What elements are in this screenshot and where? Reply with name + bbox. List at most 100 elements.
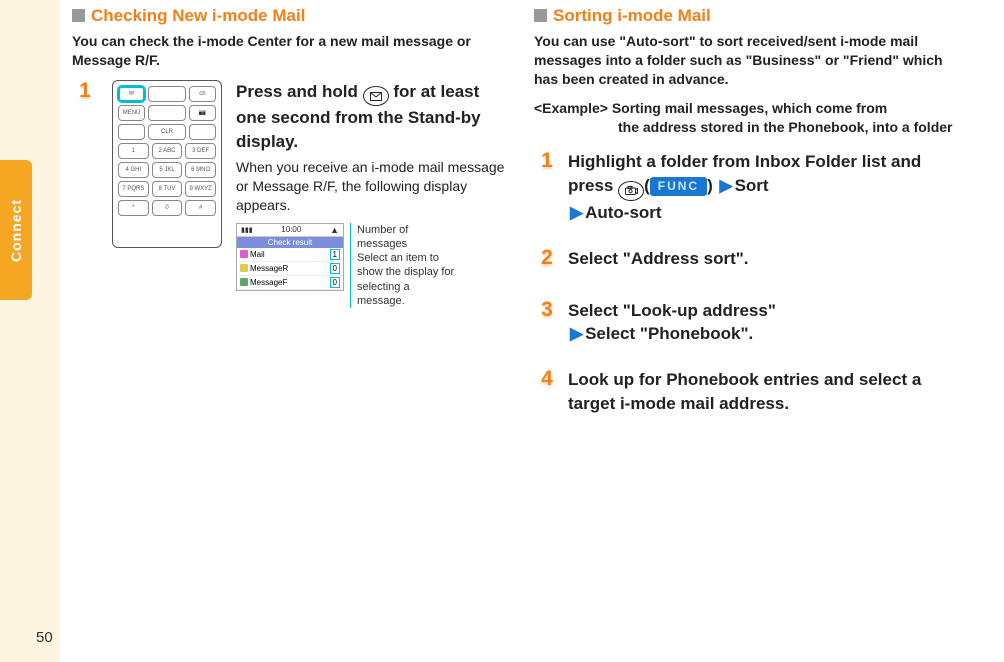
envelope-icon	[370, 92, 382, 101]
step-1: 1 Highlight a folder from Inbox Folder l…	[534, 150, 968, 224]
result-screen: ▮▮▮ 10:00 ▲ Check result Mail1MessageR0M…	[236, 223, 344, 291]
callout-line1: Number of messages	[357, 223, 460, 252]
phone-key-camera: 📷	[189, 105, 216, 121]
callout-line2: Select an item to show the display for s…	[357, 251, 460, 308]
result-row-label: Mail	[240, 249, 265, 260]
phone-key: 7 PQRS	[118, 181, 149, 197]
step-title: Select "Look-up address" ▶Select "Phoneb…	[568, 299, 968, 347]
camera-icon	[625, 186, 638, 195]
result-row: MessageR 0	[237, 262, 343, 276]
antenna-icon: ▲	[330, 225, 339, 235]
result-row-text: MessageF	[250, 278, 287, 287]
clr-key-label: CLR	[161, 129, 173, 135]
envelope-icon	[240, 264, 248, 272]
phone-numpad-row: 4 GHI5 JKL6 MNO	[118, 162, 216, 178]
result-row: MessageF 0	[237, 276, 343, 290]
phone-key-power	[189, 124, 216, 140]
right-column: Sorting i-mode Mail You can use "Auto-so…	[534, 6, 968, 438]
step-3: 3 Select "Look-up address" ▶Select "Phon…	[534, 299, 968, 347]
result-row-label: MessageF	[240, 277, 287, 288]
phone-key: *	[118, 200, 149, 216]
phone-key-call	[118, 124, 145, 140]
step1-pre: Press and hold	[236, 82, 363, 101]
result-row-label: MessageR	[240, 263, 288, 274]
camera-func-button-icon	[618, 181, 644, 201]
phone-numpad-row: 7 PQRS8 TUV9 WXYZ	[118, 181, 216, 197]
step-body: Highlight a folder from Inbox Folder lis…	[568, 150, 968, 224]
mail-key-label: ✉	[129, 90, 134, 97]
result-row-value: 0	[330, 277, 340, 288]
phone-dpad-center	[148, 105, 186, 121]
result-area: ▮▮▮ 10:00 ▲ Check result Mail1MessageR0M…	[236, 223, 506, 309]
step-number: 1	[534, 150, 560, 180]
arrow-icon: ▶	[570, 203, 583, 222]
left-intro: You can check the i-mode Center for a ne…	[72, 32, 506, 70]
arrow-icon: ▶	[570, 324, 583, 343]
phone-key: 1	[118, 143, 149, 159]
example-block: <Example> Sorting mail messages, which c…	[534, 99, 968, 137]
example-label: <Example>	[534, 100, 608, 116]
phone-key: 0	[152, 200, 183, 216]
result-row-text: Mail	[250, 250, 265, 259]
camera-key-label: 📷	[199, 109, 206, 116]
result-title: Check result	[237, 237, 343, 248]
callout-text: Number of messages Select an item to sho…	[350, 223, 460, 309]
example-text2: the address stored in the Phonebook, int…	[534, 118, 968, 137]
paren-open: (	[644, 176, 650, 195]
envelope-icon	[240, 250, 248, 258]
step3-line2: Select "Phonebook".	[585, 324, 753, 343]
envelope-icon	[240, 278, 248, 286]
paren-close: )	[707, 176, 713, 195]
phone-key: 4 GHI	[118, 162, 149, 178]
phone-keypad-graphic: ✉ ch MENU 📷 CLR 12 ABC3 DEF 4 GHI5 JKL6 M…	[112, 80, 222, 248]
phone-key-mail: ✉	[118, 86, 145, 102]
step-2: 2 Select "Address sort".	[534, 247, 968, 277]
step-number: 3	[534, 299, 560, 329]
section-heading-left: Checking New i-mode Mail	[72, 6, 506, 26]
signal-bars-icon: ▮▮▮	[241, 226, 253, 234]
step-4: 4 Look up for Phonebook entries and sele…	[534, 368, 968, 416]
mail-button-icon	[363, 86, 389, 106]
step3-line1: Select "Look-up address"	[568, 301, 776, 320]
section-title-left: Checking New i-mode Mail	[91, 6, 305, 26]
phone-numpad-row: 12 ABC3 DEF	[118, 143, 216, 159]
step-body: Look up for Phonebook entries and select…	[568, 368, 968, 416]
left-column: Checking New i-mode Mail You can check t…	[72, 6, 506, 438]
step1-r-autosort: Auto-sort	[585, 203, 661, 222]
result-time: 10:00	[281, 225, 301, 234]
two-column-layout: Checking New i-mode Mail You can check t…	[0, 0, 1004, 438]
sidebar-tab: Connect	[0, 160, 32, 300]
step-body: Select "Address sort".	[568, 247, 968, 271]
phone-numpad-row: *0#	[118, 200, 216, 216]
square-icon	[534, 9, 547, 22]
phone-dpad	[148, 86, 186, 102]
step1-text: Press and hold for at least one second f…	[236, 80, 506, 309]
result-row-value: 0	[330, 263, 340, 274]
step1-title: Press and hold for at least one second f…	[236, 80, 506, 154]
step-with-phone: 1 ✉ ch MENU 📷 CLR 12 ABC3 DEF4 GHI5 JKL6…	[72, 80, 506, 309]
step-title: Select "Address sort".	[568, 247, 968, 271]
result-row-text: MessageR	[250, 264, 288, 273]
phone-key-menu: MENU	[118, 105, 145, 121]
phone-key: 5 JKL	[152, 162, 183, 178]
step-title: Highlight a folder from Inbox Folder lis…	[568, 150, 968, 224]
phone-key: 2 ABC	[152, 143, 183, 159]
phone-key-ch: ch	[189, 86, 216, 102]
section-heading-right: Sorting i-mode Mail	[534, 6, 968, 26]
result-row-value: 1	[330, 249, 340, 260]
phone-key: #	[185, 200, 216, 216]
example-text1: Sorting mail messages, which come from	[612, 100, 887, 116]
step-number: 2	[534, 247, 560, 277]
step-number: 1	[72, 80, 98, 110]
step-number: 4	[534, 368, 560, 398]
menu-key-label: MENU	[123, 110, 141, 116]
func-tag: FUNC	[650, 177, 707, 196]
section-title-right: Sorting i-mode Mail	[553, 6, 711, 26]
step1-desc: When you receive an i-mode mail message …	[236, 158, 506, 215]
step-title: Look up for Phonebook entries and select…	[568, 368, 968, 416]
right-intro: You can use "Auto-sort" to sort received…	[534, 32, 968, 89]
phone-key: 3 DEF	[185, 143, 216, 159]
result-row: Mail 1	[237, 248, 343, 262]
page-number: 50	[36, 629, 53, 646]
phone-key: 9 WXYZ	[185, 181, 216, 197]
